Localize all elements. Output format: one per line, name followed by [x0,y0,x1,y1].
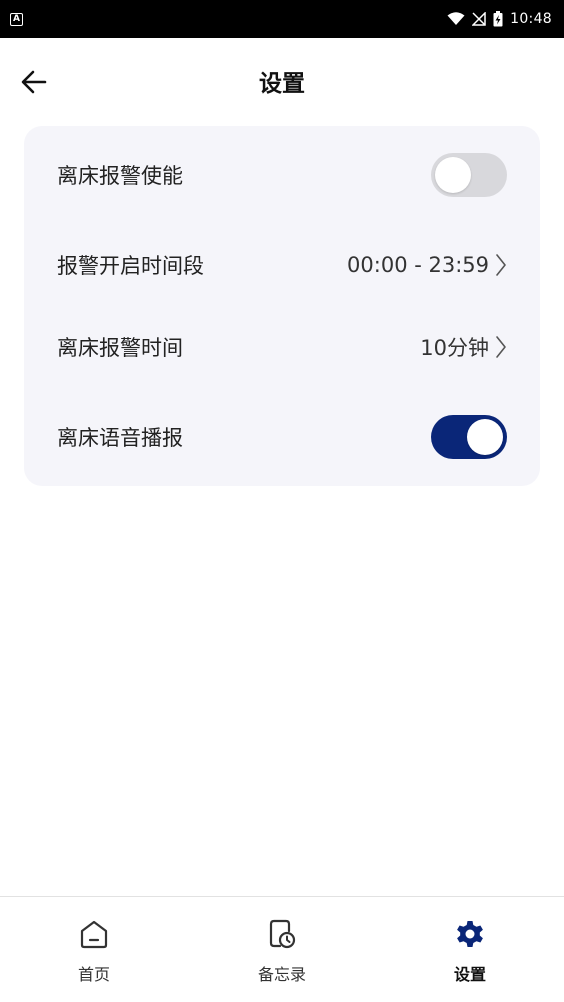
setting-row-bed-exit-alarm-enable: 离床报警使能 [24,145,540,205]
setting-row-alarm-time-period[interactable]: 报警开启时间段 00:00 - 23:59 [24,235,540,295]
nav-label-settings: 设置 [453,965,486,984]
battery-charging-icon [493,11,503,27]
alarm-time-period-selector[interactable]: 00:00 - 23:59 [347,253,507,277]
memo-clock-icon [265,917,299,951]
settings-card: 离床报警使能 报警开启时间段 00:00 - 23:59 离床报警时间 10分钟… [24,126,540,486]
home-icon [77,917,111,951]
bed-exit-alarm-time-value: 10分钟 [420,336,489,360]
nav-item-memo[interactable]: 备忘录 [222,917,342,985]
bed-exit-alarm-time-selector[interactable]: 10分钟 [420,332,507,362]
bed-exit-alarm-enable-toggle[interactable] [431,153,507,197]
bed-exit-voice-toggle[interactable] [431,415,507,459]
nav-item-settings[interactable]: 设置 [410,917,530,985]
status-bar-right: 10:48 [447,11,552,27]
nav-label-memo: 备忘录 [257,965,306,984]
gear-icon [453,917,487,951]
top-bar: 设置 [0,38,564,126]
bottom-nav: 首页 备忘录 设置 [0,896,564,1002]
wifi-icon [447,12,465,25]
bed-exit-alarm-time-label: 离床报警时间 [57,336,183,360]
setting-row-bed-exit-alarm-time[interactable]: 离床报警时间 10分钟 [24,317,540,377]
alarm-time-period-value: 00:00 - 23:59 [347,253,489,277]
a-icon: A [10,12,23,26]
bed-exit-alarm-enable-label: 离床报警使能 [57,164,183,188]
chevron-right-icon [496,336,506,358]
nav-item-home[interactable]: 首页 [34,917,154,985]
bed-exit-voice-label: 离床语音播报 [57,426,183,450]
signal-off-icon [472,12,486,26]
toggle-knob [467,419,503,455]
setting-row-bed-exit-voice: 离床语音播报 [24,407,540,467]
toggle-knob [435,157,471,193]
status-time: 10:48 [510,11,552,27]
page-title: 设置 [259,71,305,97]
status-bar-left: A [10,12,23,26]
nav-label-home: 首页 [77,965,110,984]
alarm-time-period-label: 报警开启时间段 [57,254,204,278]
status-bar: A 10:48 [0,0,564,38]
chevron-right-icon [496,254,506,276]
